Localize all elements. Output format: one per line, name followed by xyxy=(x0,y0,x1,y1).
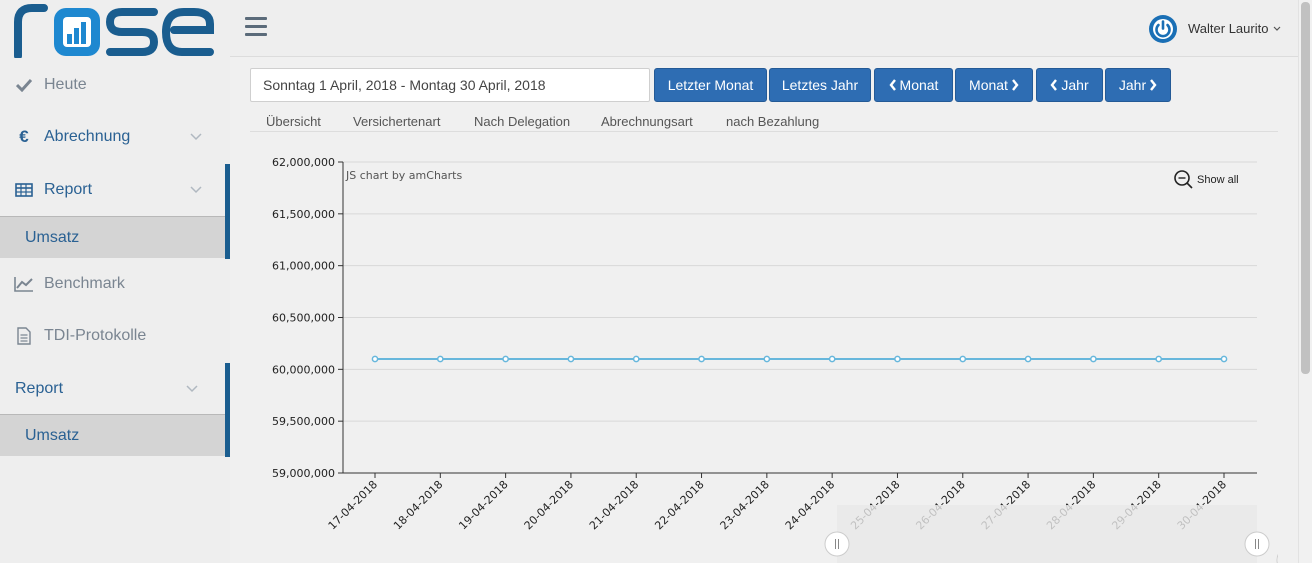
user-name[interactable]: Walter Laurito xyxy=(1188,21,1268,36)
user-power-icon[interactable] xyxy=(1148,14,1178,44)
chart-credit[interactable]: JS chart by amCharts xyxy=(345,169,462,182)
last-year-button[interactable]: Letztes Jahr xyxy=(769,68,871,102)
date-range-input[interactable]: Sonntag 1 April, 2018 - Montag 30 April,… xyxy=(250,68,650,102)
sidebar-subitem-label: Umsatz xyxy=(25,228,80,246)
line-chart-icon xyxy=(14,274,34,294)
show-all-label: Show all xyxy=(1197,174,1239,186)
tab-versichertenart[interactable]: Versichertenart xyxy=(353,114,440,129)
data-point[interactable] xyxy=(763,355,771,363)
y-tick-label: 60,000,000 xyxy=(272,363,335,376)
sidebar-item-report-2[interactable]: Report xyxy=(0,363,230,415)
chevron-down-icon xyxy=(186,385,198,393)
sidebar-subitem-umsatz[interactable]: Umsatz xyxy=(0,216,230,259)
next-year-button[interactable]: Jahr xyxy=(1105,68,1171,102)
button-label: Monat xyxy=(969,77,1008,93)
chevron-left-icon xyxy=(888,79,896,91)
chart-scroll-selection[interactable] xyxy=(837,505,1257,563)
data-point[interactable] xyxy=(1155,355,1163,363)
data-point[interactable] xyxy=(371,355,379,363)
data-point[interactable] xyxy=(959,355,967,363)
page-scrollbar[interactable] xyxy=(1298,0,1312,563)
hamburger-menu-icon[interactable] xyxy=(245,17,267,37)
data-point[interactable] xyxy=(632,355,640,363)
sidebar-item-benchmark[interactable]: Benchmark xyxy=(0,258,230,310)
button-label: Monat xyxy=(899,77,939,93)
document-icon xyxy=(14,326,34,346)
euro-icon: € xyxy=(19,127,29,146)
chevron-down-icon xyxy=(190,186,202,194)
chevron-left-icon xyxy=(1050,79,1058,91)
zoom-out-icon-handle xyxy=(1186,182,1193,189)
x-tick-label: 21-04-2018 xyxy=(587,478,641,532)
sidebar-item-label: TDI-Protokolle xyxy=(44,327,147,344)
data-point[interactable] xyxy=(1090,355,1097,363)
y-tick-label: 59,500,000 xyxy=(272,415,335,428)
chart-series xyxy=(371,355,1228,363)
previous-year-button[interactable]: Jahr xyxy=(1036,68,1103,102)
data-point[interactable] xyxy=(698,355,705,363)
x-tick-label: 24-04-2018 xyxy=(783,478,837,532)
sidebar-item-label: Benchmark xyxy=(44,275,125,292)
chevron-right-icon xyxy=(1150,79,1157,91)
last-month-button[interactable]: Letzter Monat xyxy=(654,68,767,102)
data-point[interactable] xyxy=(894,355,901,363)
button-label: Jahr xyxy=(1061,77,1089,93)
x-tick-label: 17-04-2018 xyxy=(326,478,380,532)
sidebar-item-label: Report xyxy=(15,380,64,397)
x-tick-label: 19-04-2018 xyxy=(456,478,510,532)
chevron-right-icon xyxy=(1012,79,1019,91)
sidebar-item-heute[interactable]: Heute xyxy=(0,59,230,111)
button-label: Letztes Jahr xyxy=(781,77,859,93)
x-tick-label: 23-04-2018 xyxy=(718,478,772,532)
chart-corner-close-icon[interactable] xyxy=(1276,547,1278,563)
sidebar-subitem-umsatz-2[interactable]: Umsatz xyxy=(0,414,230,457)
revenue-line-chart: 62,000,000 61,500,000 61,000,000 60,500,000… xyxy=(272,156,1278,563)
y-tick-label: 59,000,000 xyxy=(272,467,335,480)
chevron-down-icon xyxy=(190,133,202,141)
chart-grid xyxy=(343,161,1257,474)
previous-month-button[interactable]: Monat xyxy=(874,68,953,102)
sidebar-item-label: Report xyxy=(44,181,93,198)
rose-logo[interactable] xyxy=(14,2,214,58)
chevron-down-icon[interactable] xyxy=(1273,26,1281,32)
button-label: Letzter Monat xyxy=(667,77,754,93)
sidebar-item-tdi-protokolle[interactable]: TDI-Protokolle xyxy=(0,310,230,362)
scroll-grip-left[interactable] xyxy=(824,531,850,557)
next-month-button[interactable]: Monat xyxy=(955,68,1033,102)
top-bar: Walter Laurito xyxy=(230,0,1298,57)
check-icon xyxy=(14,75,34,95)
tab-abrechnungsart[interactable]: Abrechnungsart xyxy=(601,114,693,129)
show-all-button[interactable]: Show all xyxy=(1174,170,1239,189)
tab-nach-delegation[interactable]: Nach Delegation xyxy=(474,114,570,129)
data-point[interactable] xyxy=(502,355,509,363)
data-point[interactable] xyxy=(828,355,836,363)
tab-uebersicht[interactable]: Übersicht xyxy=(266,114,321,129)
button-label: Jahr xyxy=(1118,77,1147,93)
y-axis-ticks: 62,000,000 61,500,000 61,000,000 60,500,000… xyxy=(272,156,343,480)
y-tick-label: 60,500,000 xyxy=(272,312,335,325)
page-scrollbar-thumb[interactable] xyxy=(1301,2,1310,374)
data-point[interactable] xyxy=(1220,355,1228,363)
x-tick-label: 22-04-2018 xyxy=(652,478,706,532)
y-tick-label: 62,000,000 xyxy=(272,156,335,169)
data-point[interactable] xyxy=(1024,355,1032,363)
data-point[interactable] xyxy=(567,355,575,363)
x-tick-label: 20-04-2018 xyxy=(522,478,576,532)
sidebar-item-label: Abrechnung xyxy=(44,128,131,145)
sidebar-item-label: Heute xyxy=(44,76,87,93)
report-tabs: Übersicht Versichertenart Nach Delegatio… xyxy=(250,110,1278,132)
data-point[interactable] xyxy=(436,355,444,363)
x-tick-label: 18-04-2018 xyxy=(391,478,445,532)
sidebar-subitem-label: Umsatz xyxy=(25,426,80,444)
y-tick-label: 61,000,000 xyxy=(272,260,335,273)
table-icon xyxy=(14,180,34,200)
sidebar-item-report[interactable]: Report xyxy=(0,164,230,216)
tab-nach-bezahlung[interactable]: nach Bezahlung xyxy=(726,114,819,129)
y-tick-label: 61,500,000 xyxy=(272,208,335,221)
sidebar: Heute € Abrechnung Report Umsatz Benchma… xyxy=(0,0,230,563)
sidebar-item-abrechnung[interactable]: € Abrechnung xyxy=(0,111,230,163)
scroll-grip-right[interactable] xyxy=(1244,531,1270,557)
